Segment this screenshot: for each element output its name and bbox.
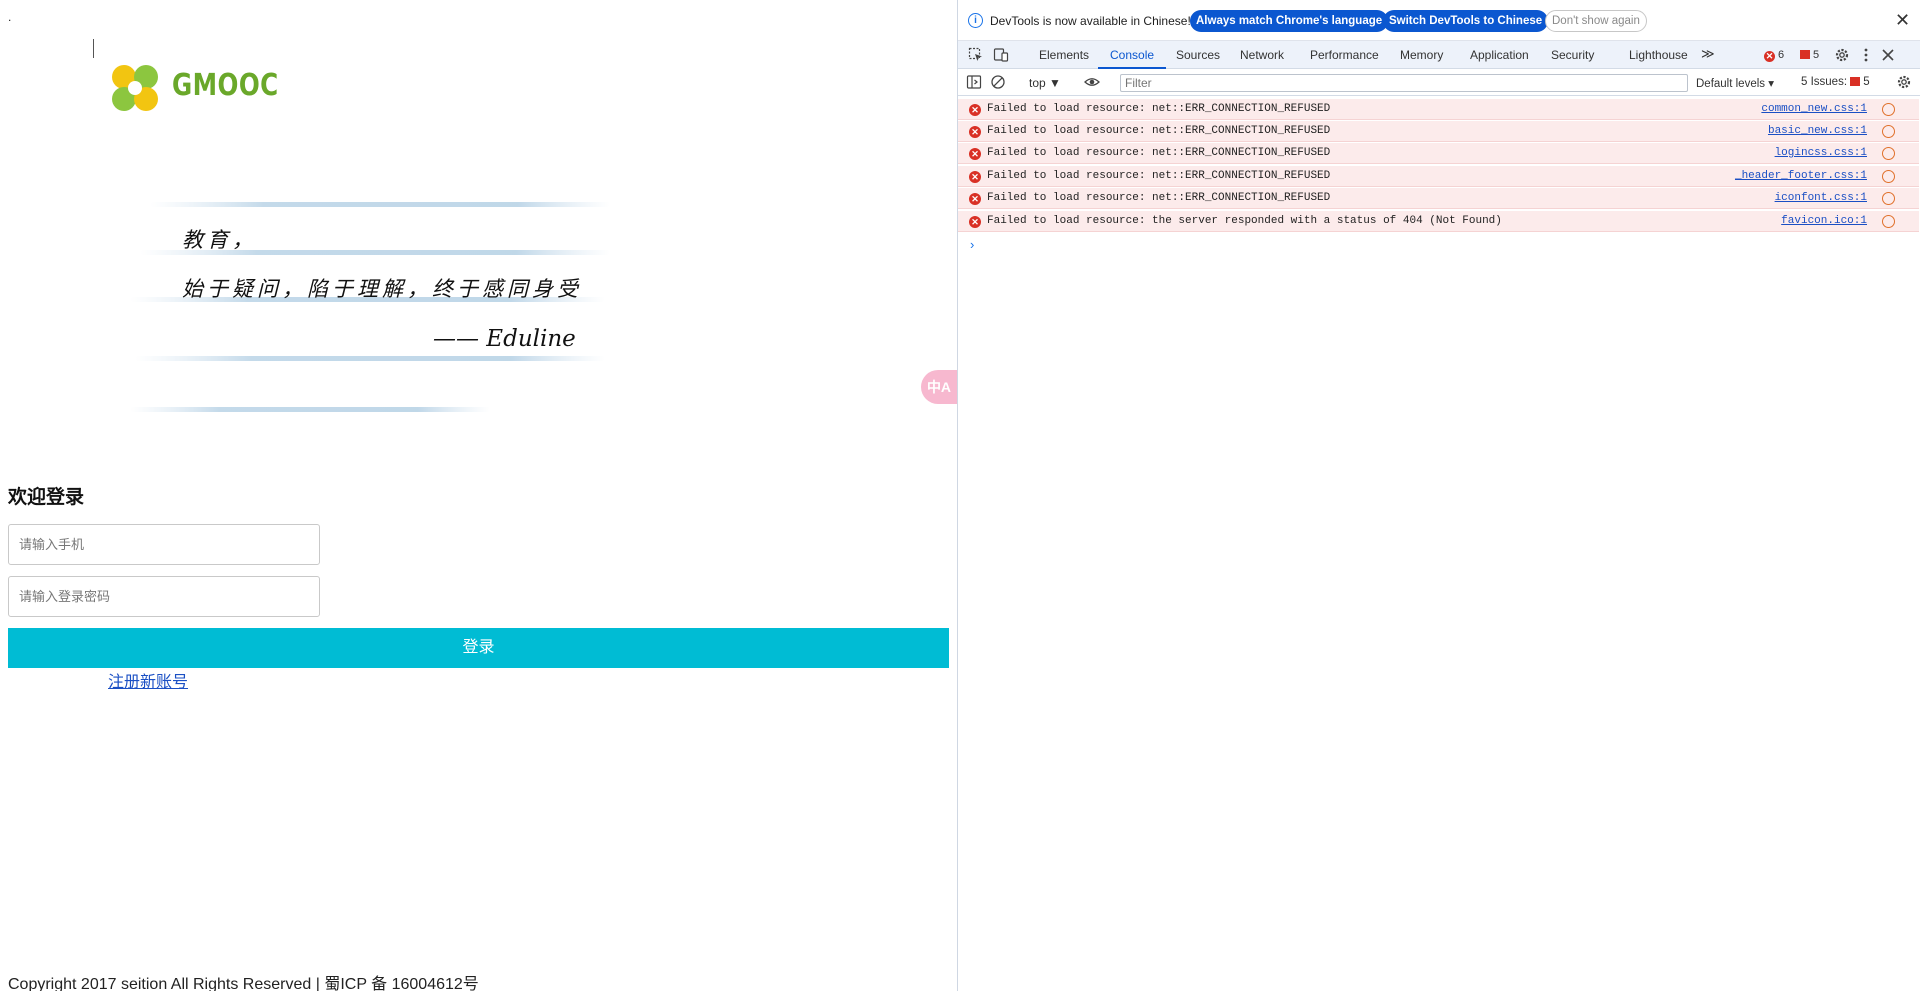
console-error-row: ✕ Failed to load resource: net::ERR_CONN… (958, 143, 1919, 164)
login-page: . GMOOC 教育， 始于疑问，陷于理解，终于感同身受 —— Eduline … (0, 0, 957, 991)
error-circle-icon: ✕ (969, 126, 981, 138)
network-globe-icon[interactable] (1882, 103, 1895, 116)
error-source-link[interactable]: logincss.css:1 (1775, 147, 1867, 159)
issue-flag-count: 5 (1813, 49, 1820, 61)
issues-counter[interactable]: 5 Issues: 5 (1801, 76, 1870, 88)
stray-dot: . (8, 10, 12, 24)
error-circle-icon: ✕ (969, 104, 981, 116)
network-globe-icon[interactable] (1882, 125, 1895, 138)
devtools-tabbar: Elements Console Sources Network Perform… (958, 41, 1920, 69)
error-circle-icon: ✕ (969, 171, 981, 183)
translate-floating-button[interactable]: 中A (921, 370, 957, 404)
switch-to-chinese-button[interactable]: Switch DevTools to Chinese (1383, 10, 1549, 32)
error-source-link[interactable]: _header_footer.css:1 (1735, 170, 1867, 182)
sidebar-toggle-icon[interactable] (966, 74, 982, 90)
tab-security[interactable]: Security (1551, 48, 1594, 62)
clear-console-icon[interactable] (990, 74, 1006, 90)
error-source-link[interactable]: favicon.ico:1 (1781, 215, 1867, 227)
issues-flag-icon (1850, 77, 1861, 86)
close-devtools-icon[interactable] (1880, 47, 1896, 63)
more-tabs-icon[interactable]: ≫ (1701, 46, 1715, 62)
quote-attribution: —— Eduline (433, 326, 576, 352)
error-message: Failed to load resource: net::ERR_CONNEC… (987, 192, 1331, 204)
error-circle-icon: ✕ (969, 216, 981, 228)
register-link[interactable]: 注册新账号 (108, 668, 188, 692)
log-levels-dropdown[interactable]: Default levels ▾ (1696, 76, 1774, 90)
console-prompt[interactable]: › (970, 237, 974, 252)
inspect-element-icon[interactable] (968, 47, 984, 63)
error-message: Failed to load resource: net::ERR_CONNEC… (987, 103, 1331, 115)
kebab-menu-icon[interactable] (1858, 47, 1874, 63)
live-expression-eye-icon[interactable] (1084, 74, 1100, 90)
error-source-link[interactable]: basic_new.css:1 (1768, 125, 1867, 137)
gmooc-logo-icon (112, 65, 158, 111)
error-message: Failed to load resource: the server resp… (987, 215, 1502, 227)
device-toolbar-icon[interactable] (993, 47, 1009, 63)
dont-show-again-button[interactable]: Don't show again (1545, 10, 1647, 32)
always-match-language-button[interactable]: Always match Chrome's language (1190, 10, 1389, 32)
error-source-link[interactable]: common_new.css:1 (1761, 103, 1867, 115)
tab-elements[interactable]: Elements (1039, 48, 1089, 62)
info-icon: i (968, 13, 983, 28)
network-globe-icon[interactable] (1882, 192, 1895, 205)
settings-gear-icon[interactable] (1834, 47, 1850, 63)
console-error-row: ✕ Failed to load resource: net::ERR_CONN… (958, 188, 1919, 209)
console-toolbar: top ▼ Default levels ▾ 5 Issues: 5 (958, 69, 1920, 96)
network-globe-icon[interactable] (1882, 170, 1895, 183)
error-icon: ✕ (1764, 51, 1775, 62)
error-message: Failed to load resource: net::ERR_CONNEC… (987, 125, 1331, 137)
quote-line-2: 始于疑问，陷于理解，终于感同身受 (182, 277, 582, 301)
devtools-panel: i DevTools is now available in Chinese! … (957, 0, 1920, 991)
tab-memory[interactable]: Memory (1400, 48, 1443, 62)
tab-console[interactable]: Console (1110, 48, 1154, 62)
error-count: 6 (1778, 49, 1785, 61)
error-count-badge[interactable]: ✕ 6 (1764, 49, 1784, 62)
welcome-heading: 欢迎登录 (8, 487, 85, 508)
tab-application[interactable]: Application (1470, 48, 1529, 62)
console-error-row: ✕ Failed to load resource: net::ERR_CONN… (958, 166, 1919, 187)
issues-label: 5 Issues: (1801, 76, 1848, 88)
console-error-row: ✕ Failed to load resource: net::ERR_CONN… (958, 99, 1919, 120)
console-error-row: ✕ Failed to load resource: the server re… (958, 211, 1919, 232)
close-infobar-icon[interactable]: ✕ (1895, 10, 1910, 31)
context-selector[interactable]: top ▼ (1029, 76, 1061, 90)
issue-count-badge[interactable]: 5 (1800, 49, 1819, 61)
language-infobar: i DevTools is now available in Chinese! … (958, 0, 1920, 41)
error-circle-icon: ✕ (969, 193, 981, 205)
console-settings-gear-icon[interactable] (1896, 74, 1912, 90)
error-source-link[interactable]: iconfont.css:1 (1775, 192, 1867, 204)
text-caret (93, 39, 94, 58)
tab-sources[interactable]: Sources (1176, 48, 1220, 62)
tab-lighthouse[interactable]: Lighthouse (1629, 48, 1688, 62)
password-input[interactable] (8, 576, 320, 617)
network-globe-icon[interactable] (1882, 215, 1895, 228)
tab-network[interactable]: Network (1240, 48, 1284, 62)
phone-input[interactable] (8, 524, 320, 565)
error-message: Failed to load resource: net::ERR_CONNEC… (987, 147, 1331, 159)
infobar-message: DevTools is now available in Chinese! (990, 14, 1191, 28)
footer-copyright: Copyright 2017 seition All Rights Reserv… (8, 976, 479, 991)
error-message: Failed to load resource: net::ERR_CONNEC… (987, 170, 1331, 182)
issue-flag-icon (1800, 50, 1810, 59)
quote-line-1: 教育， (182, 228, 257, 252)
network-globe-icon[interactable] (1882, 147, 1895, 160)
issues-count: 5 (1863, 76, 1870, 88)
console-filter-input[interactable] (1120, 74, 1688, 92)
logo-text: GMOOC (172, 68, 279, 103)
login-button[interactable]: 登录 (8, 628, 949, 668)
tab-performance[interactable]: Performance (1310, 48, 1379, 62)
console-error-row: ✕ Failed to load resource: net::ERR_CONN… (958, 121, 1919, 142)
error-circle-icon: ✕ (969, 148, 981, 160)
